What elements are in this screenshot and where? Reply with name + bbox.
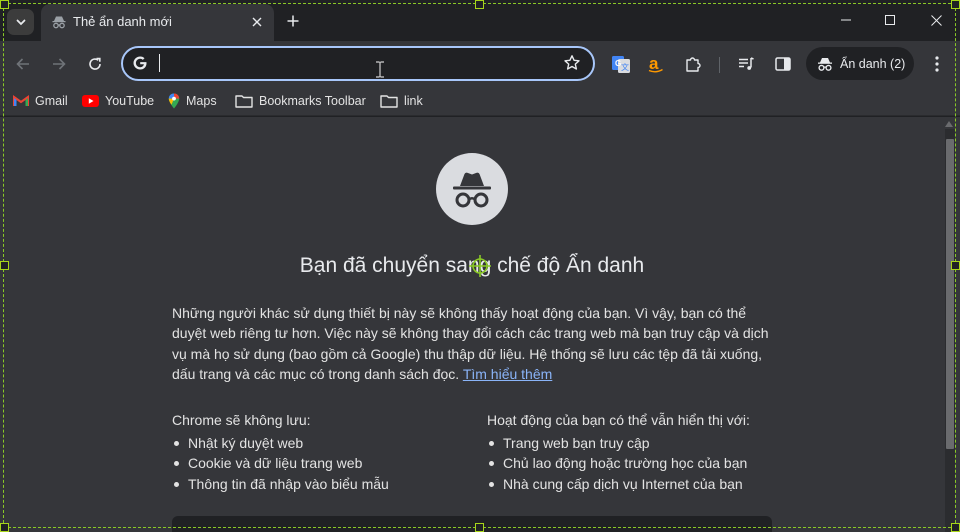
list-item: Nhật ký duyệt web	[172, 433, 472, 453]
tab-title: Thẻ ẩn danh mới	[73, 14, 172, 29]
selection-handle-bottom-left[interactable]	[0, 523, 9, 532]
list-item: Trang web bạn truy cập	[487, 433, 787, 453]
intro-text: Những người khác sử dụng thiết bị này sẽ…	[172, 303, 772, 384]
youtube-icon	[82, 95, 99, 107]
minimize-button[interactable]	[826, 5, 866, 35]
text-caret	[159, 54, 160, 72]
toolbar-divider	[719, 57, 720, 73]
bookmark-label: YouTube	[105, 94, 155, 108]
text-cursor-icon	[376, 61, 384, 78]
scroll-up-icon[interactable]	[945, 121, 953, 127]
side-panel-button[interactable]	[769, 50, 797, 78]
bookmark-gmail[interactable]: Gmail	[13, 92, 68, 110]
queue-music-icon	[739, 57, 754, 70]
selection-handle-bottom[interactable]	[475, 523, 484, 532]
bookmark-folder-link[interactable]: link	[380, 92, 423, 110]
tab-incognito[interactable]: Thẻ ẩn danh mới	[41, 4, 274, 41]
svg-text:文: 文	[621, 62, 629, 72]
learn-more-link[interactable]: Tìm hiểu thêm	[463, 366, 552, 382]
gmail-icon	[13, 95, 29, 106]
chevron-down-icon	[16, 19, 25, 26]
still-visible-section: Hoạt động của bạn có thể vẫn hiển thị vớ…	[487, 410, 787, 494]
list-item: Chủ lao động hoặc trường học của bạn	[487, 453, 787, 473]
translate-icon: G 文	[612, 56, 630, 73]
bookmark-star-icon[interactable]	[563, 54, 581, 72]
bookmark-label: Gmail	[35, 94, 68, 108]
svg-text:a: a	[649, 54, 659, 73]
close-icon	[252, 17, 262, 27]
google-translate-extension[interactable]: G 文	[607, 50, 635, 78]
address-bar[interactable]	[121, 46, 595, 81]
tab-search-button[interactable]	[7, 9, 34, 35]
selection-handle-top[interactable]	[475, 0, 484, 9]
bookmark-folder-toolbar[interactable]: Bookmarks Toolbar	[235, 92, 366, 110]
section-title: Hoạt động của bạn có thể vẫn hiển thị vớ…	[487, 412, 750, 428]
extensions-button[interactable]	[679, 50, 707, 78]
section-title: Chrome sẽ không lưu:	[172, 412, 311, 428]
close-icon	[930, 14, 942, 26]
arrow-left-icon	[16, 58, 29, 70]
bookmarks-bar: Gmail YouTube Maps Bookmarks Toolbar lin…	[0, 86, 960, 116]
close-window-button[interactable]	[916, 5, 956, 35]
amazon-extension[interactable]: a	[642, 50, 670, 78]
scrollbar-thumb[interactable]	[946, 139, 954, 449]
forward-button[interactable]	[45, 50, 73, 78]
incognito-profile-label: Ẩn danh (2)	[840, 56, 906, 71]
not-saved-section: Chrome sẽ không lưu: Nhật ký duyệt web C…	[172, 410, 472, 494]
plus-icon	[287, 15, 299, 27]
move-crosshair-icon[interactable]	[468, 254, 492, 278]
new-tab-button[interactable]	[282, 10, 304, 32]
minimize-icon	[841, 19, 851, 21]
omnibox-input[interactable]	[163, 52, 543, 76]
menu-button[interactable]	[923, 50, 951, 78]
incognito-icon	[52, 16, 66, 29]
incognito-profile-button[interactable]: Ẩn danh (2)	[806, 47, 914, 80]
bookmark-maps[interactable]: Maps	[168, 92, 217, 110]
selection-handle-top-left[interactable]	[0, 0, 9, 9]
incognito-icon	[818, 57, 832, 71]
incognito-icon	[453, 172, 491, 208]
amazon-icon: a	[648, 54, 663, 73]
puzzle-icon	[686, 57, 701, 72]
google-g-icon	[133, 56, 147, 70]
bookmark-youtube[interactable]: YouTube	[82, 92, 154, 110]
maximize-button[interactable]	[870, 5, 910, 35]
selection-handle-left[interactable]	[0, 261, 9, 270]
folder-icon	[380, 95, 398, 108]
side-panel-icon	[775, 57, 791, 71]
selection-handle-right[interactable]	[951, 261, 960, 270]
more-vert-icon	[935, 56, 939, 72]
back-button[interactable]	[9, 50, 37, 78]
list-item: Nhà cung cấp dịch vụ Internet của bạn	[487, 474, 787, 494]
selection-handle-bottom-right[interactable]	[951, 523, 960, 532]
maximize-icon	[885, 15, 895, 25]
tab-close-button[interactable]	[248, 13, 266, 31]
reload-icon	[89, 57, 101, 70]
incognito-logo	[436, 153, 508, 225]
arrow-right-icon	[53, 58, 66, 70]
media-controls-button[interactable]	[732, 50, 760, 78]
reload-button[interactable]	[81, 50, 109, 78]
incognito-page: Bạn đã chuyển sang chế độ Ẩn danh Những …	[0, 117, 960, 532]
folder-icon	[235, 95, 253, 108]
bookmark-label: Maps	[186, 94, 217, 108]
selection-handle-top-right[interactable]	[951, 0, 960, 9]
bookmark-label: link	[404, 94, 423, 108]
third-party-cookies-card	[172, 516, 772, 532]
bookmark-label: Bookmarks Toolbar	[259, 94, 366, 108]
list-item: Thông tin đã nhập vào biểu mẫu	[172, 474, 472, 494]
maps-icon	[168, 93, 180, 109]
list-item: Cookie và dữ liệu trang web	[172, 453, 472, 473]
toolbar: G 文 a Ẩn danh (2)	[0, 41, 960, 86]
